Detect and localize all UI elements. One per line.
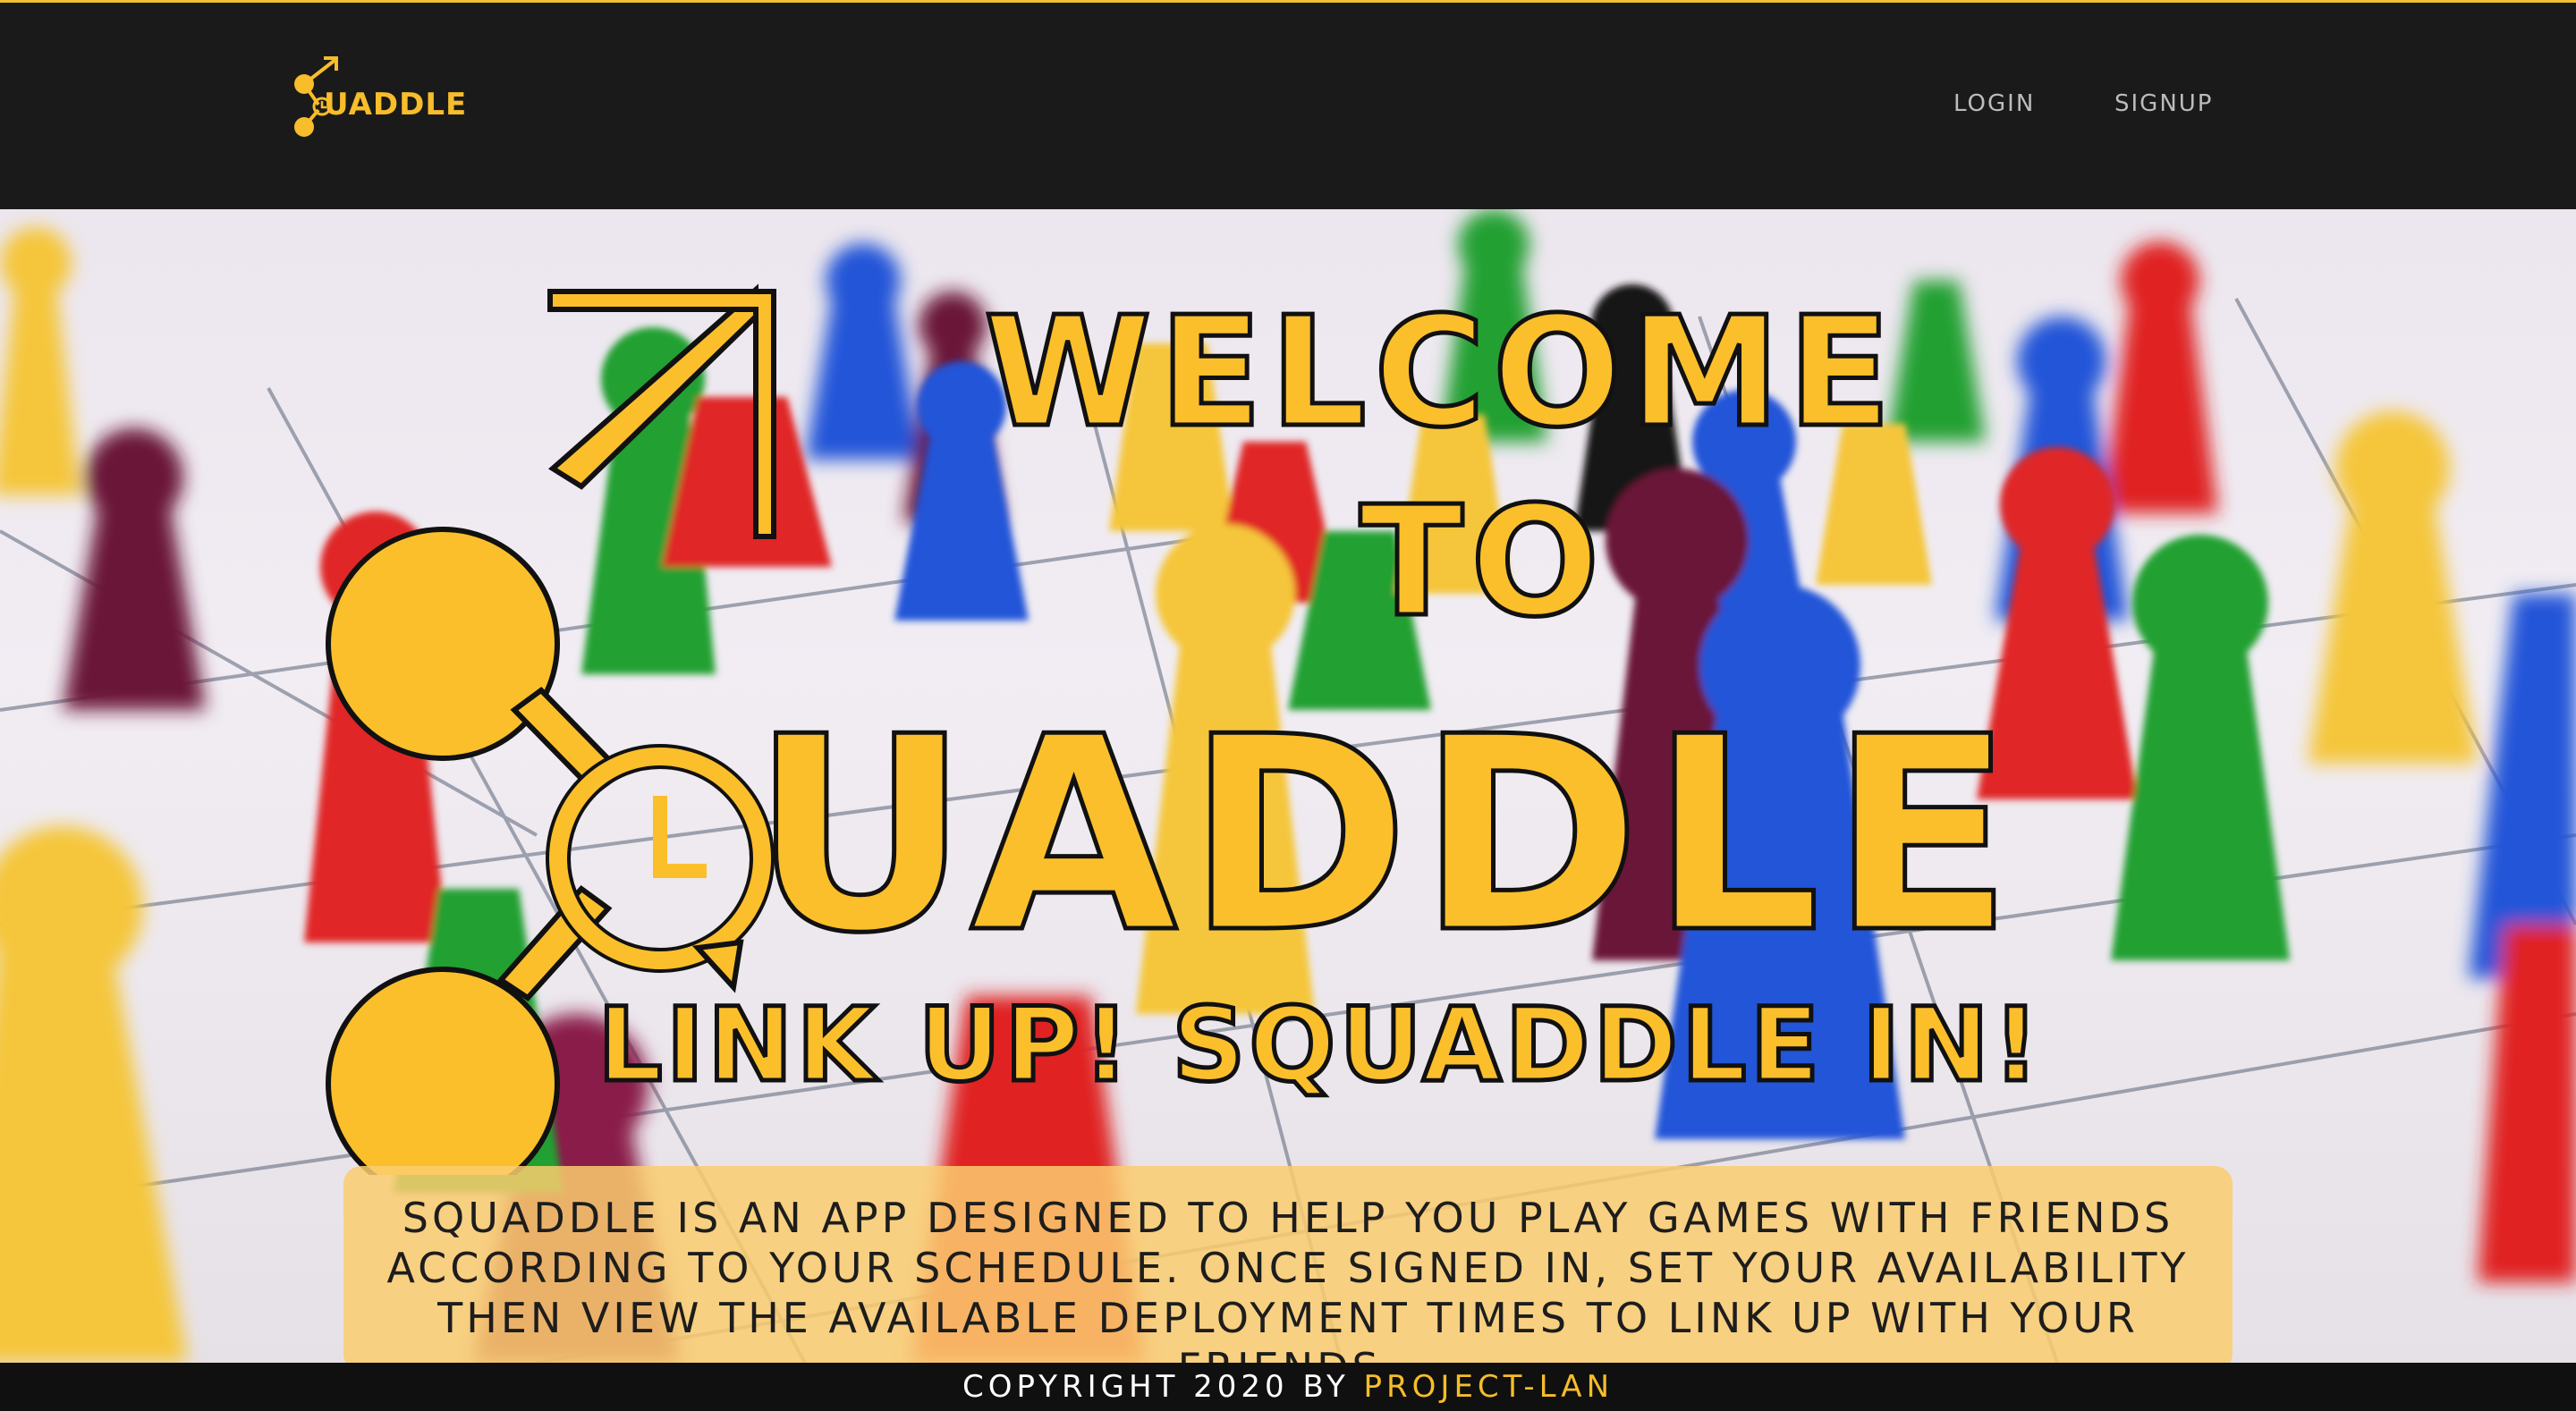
footer: COPYRIGHT 2020 BY PROJECT-LAN bbox=[0, 1363, 2576, 1411]
navbar: UADDLE LOGIN SIGNUP bbox=[0, 0, 2576, 209]
tagline: LINK UP! SQUADDLE IN! bbox=[596, 984, 2043, 1107]
squaddle-wordmark: UADDLE bbox=[750, 678, 2022, 994]
description-card: SQUADDLE IS AN APP DESIGNED TO HELP YOU … bbox=[343, 1166, 2233, 1372]
login-link[interactable]: LOGIN bbox=[1953, 90, 2035, 117]
copyright-text: COPYRIGHT 2020 BY bbox=[962, 1369, 1364, 1405]
welcome-heading: WELCOME bbox=[982, 283, 1899, 464]
brand-text: UADDLE bbox=[324, 87, 468, 123]
signup-link[interactable]: SIGNUP bbox=[2114, 90, 2213, 117]
to-heading: TO bbox=[1357, 472, 1607, 654]
description-text: SQUADDLE IS AN APP DESIGNED TO HELP YOU … bbox=[386, 1194, 2190, 1372]
brand-logo-link[interactable]: UADDLE bbox=[292, 55, 483, 144]
project-lan-link[interactable]: PROJECT-LAN bbox=[1364, 1369, 1614, 1405]
